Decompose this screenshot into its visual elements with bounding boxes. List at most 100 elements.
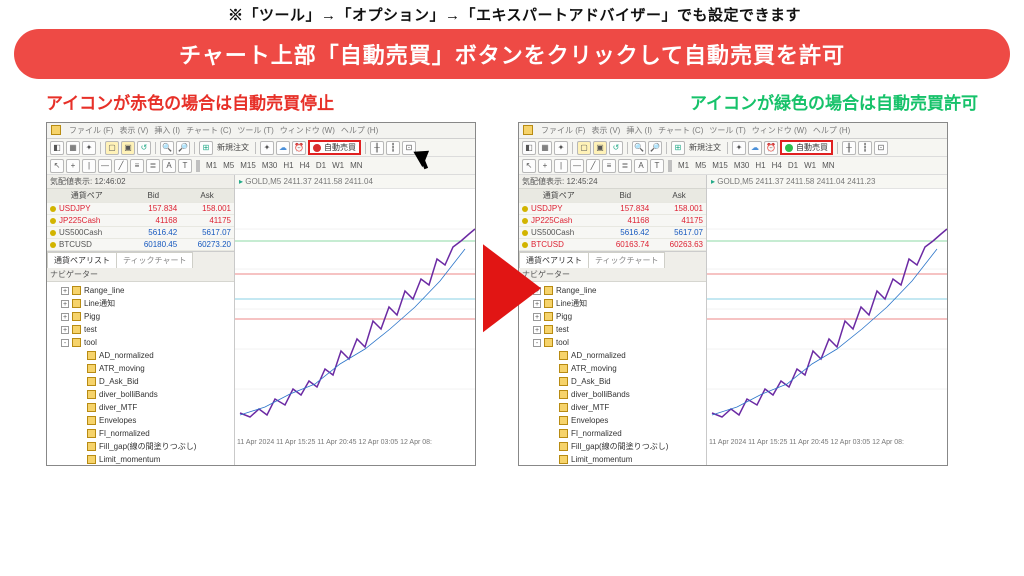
tree-item[interactable]: D_Ask_Bid	[521, 375, 704, 388]
trendline-icon[interactable]: ╱	[586, 159, 600, 173]
tree-item[interactable]: FI_normalized	[521, 427, 704, 440]
vline-icon[interactable]: |	[82, 159, 96, 173]
label-icon[interactable]: T	[178, 159, 192, 173]
expand-icon[interactable]: +	[61, 313, 69, 321]
menu-item[interactable]: ウィンドウ (W)	[752, 125, 807, 136]
channel-icon[interactable]: ≡	[130, 159, 144, 173]
tree-item[interactable]: Limit_momentum	[49, 453, 232, 465]
menu-item[interactable]: チャート (C)	[186, 125, 231, 136]
toolbar-button[interactable]: ┇	[858, 141, 872, 155]
toolbar-button[interactable]: ☁	[276, 141, 290, 155]
menu-item[interactable]: 表示 (V)	[119, 125, 148, 136]
tree-item[interactable]: Fill_gap(線の間塗りつぶし)	[521, 440, 704, 453]
toolbar-button[interactable]: ↺	[137, 141, 151, 155]
toolbar-button[interactable]: ▢	[577, 141, 591, 155]
toolbar-button[interactable]: ⊡	[874, 141, 888, 155]
tf-button[interactable]: M15	[238, 161, 258, 170]
toolbar-button[interactable]: ◧	[50, 141, 64, 155]
tf-button[interactable]: M15	[710, 161, 730, 170]
tree-item[interactable]: Envelopes	[49, 414, 232, 427]
tab[interactable]: 通貨ペアリスト	[47, 252, 117, 268]
expand-icon[interactable]: +	[61, 300, 69, 308]
toolbar-button[interactable]: ╫	[842, 141, 856, 155]
tf-button[interactable]: M30	[732, 161, 752, 170]
tree-item[interactable]: diver_bolliBands	[521, 388, 704, 401]
expand-icon[interactable]: +	[61, 326, 69, 334]
cursor-icon[interactable]: ↖	[50, 159, 64, 173]
tree-item[interactable]: Limit_momentum	[521, 453, 704, 465]
tf-button[interactable]: M1	[676, 161, 691, 170]
tree-item[interactable]: +Line通知	[49, 297, 232, 310]
tree-item[interactable]: +Range_line	[49, 284, 232, 297]
tree-item[interactable]: -tool	[521, 336, 704, 349]
menu-item[interactable]: 挿入 (I)	[626, 125, 652, 136]
tree-item[interactable]: ATR_moving	[49, 362, 232, 375]
toolbar-button[interactable]: ◧	[522, 141, 536, 155]
hline-icon[interactable]: —	[570, 159, 584, 173]
tree-item[interactable]: Fill_gap(線の間塗りつぶし)	[49, 440, 232, 453]
tree-item[interactable]: AD_normalized	[49, 349, 232, 362]
text-icon[interactable]: A	[162, 159, 176, 173]
toolbar-button[interactable]: ✦	[732, 141, 746, 155]
toolbar-button[interactable]: ☁	[748, 141, 762, 155]
auto-trade-button[interactable]: 自動売買	[308, 140, 361, 155]
tf-button[interactable]: W1	[802, 161, 818, 170]
zoom-in-icon[interactable]: 🔍	[632, 141, 646, 155]
text-icon[interactable]: A	[634, 159, 648, 173]
label-icon[interactable]: T	[650, 159, 664, 173]
tf-button[interactable]: H4	[770, 161, 784, 170]
tree-item[interactable]: +Pigg	[521, 310, 704, 323]
trendline-icon[interactable]: ╱	[114, 159, 128, 173]
new-order-button[interactable]: 新規注文	[687, 142, 723, 153]
toolbar-button[interactable]: ▢	[105, 141, 119, 155]
tree-item[interactable]: Envelopes	[521, 414, 704, 427]
tf-button[interactable]: M5	[693, 161, 708, 170]
zoom-in-icon[interactable]: 🔍	[160, 141, 174, 155]
tab[interactable]: ティックチャート	[588, 252, 665, 268]
menu-item[interactable]: チャート (C)	[658, 125, 703, 136]
toolbar-button[interactable]: ✦	[82, 141, 96, 155]
tree-item[interactable]: diver_MTF	[521, 401, 704, 414]
tf-button[interactable]: H1	[753, 161, 767, 170]
tf-button[interactable]: D1	[314, 161, 328, 170]
tf-button[interactable]: W1	[330, 161, 346, 170]
zoom-out-icon[interactable]: 🔎	[648, 141, 662, 155]
menu-item[interactable]: ツール (T)	[709, 125, 745, 136]
menu-item[interactable]: ヘルプ (H)	[341, 125, 378, 136]
new-order-button[interactable]: 新規注文	[215, 142, 251, 153]
menu-item[interactable]: 表示 (V)	[591, 125, 620, 136]
toolbar-button[interactable]: ⊞	[671, 141, 685, 155]
toolbar-button[interactable]: ⊡	[402, 141, 416, 155]
toolbar-button[interactable]: ▣	[121, 141, 135, 155]
tf-button[interactable]: M1	[204, 161, 219, 170]
tree-item[interactable]: +Range_line	[521, 284, 704, 297]
toolbar-button[interactable]: ⏰	[292, 141, 306, 155]
tf-button[interactable]: D1	[786, 161, 800, 170]
tree-item[interactable]: +test	[49, 323, 232, 336]
tree-item[interactable]: +test	[521, 323, 704, 336]
fibo-icon[interactable]: ≣	[146, 159, 160, 173]
tree-item[interactable]: ATR_moving	[521, 362, 704, 375]
tf-button[interactable]: M5	[221, 161, 236, 170]
toolbar-button[interactable]: ▦	[66, 141, 80, 155]
hline-icon[interactable]: —	[98, 159, 112, 173]
crosshair-icon[interactable]: +	[538, 159, 552, 173]
toolbar-button[interactable]: ✦	[554, 141, 568, 155]
toolbar-button[interactable]: ✦	[260, 141, 274, 155]
fibo-icon[interactable]: ≣	[618, 159, 632, 173]
expand-icon[interactable]: -	[533, 339, 541, 347]
menu-item[interactable]: ウィンドウ (W)	[280, 125, 335, 136]
menu-item[interactable]: ツール (T)	[237, 125, 273, 136]
menu-item[interactable]: ファイル (F)	[69, 125, 113, 136]
price-chart[interactable]	[235, 189, 475, 437]
tree-item[interactable]: AD_normalized	[521, 349, 704, 362]
auto-trade-button[interactable]: 自動売買	[780, 140, 833, 155]
toolbar-button[interactable]: ╫	[370, 141, 384, 155]
expand-icon[interactable]: +	[61, 287, 69, 295]
tf-button[interactable]: M30	[260, 161, 280, 170]
cursor-icon[interactable]: ↖	[522, 159, 536, 173]
tf-button[interactable]: MN	[348, 161, 364, 170]
tree-item[interactable]: -tool	[49, 336, 232, 349]
crosshair-icon[interactable]: +	[66, 159, 80, 173]
menu-item[interactable]: ヘルプ (H)	[813, 125, 850, 136]
